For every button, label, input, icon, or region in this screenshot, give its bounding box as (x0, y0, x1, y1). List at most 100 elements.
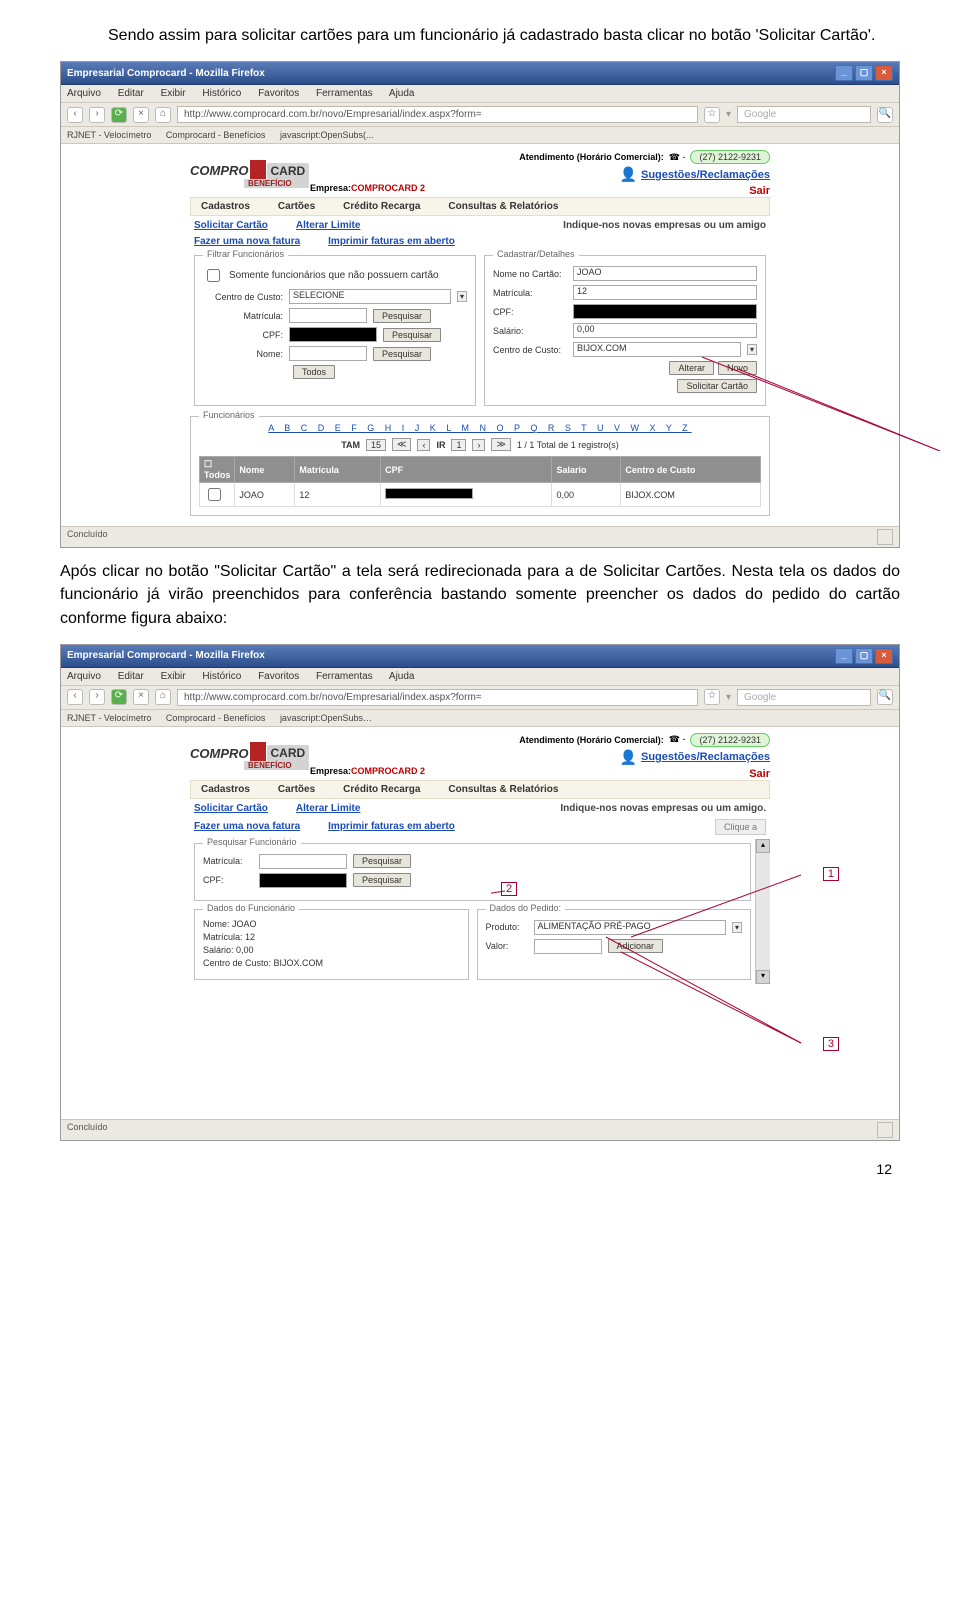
cpf-input[interactable] (289, 327, 377, 342)
alterar-limite-link[interactable]: Alterar Limite (296, 803, 360, 814)
solicitar-cartao-link[interactable]: Solicitar Cartão (194, 220, 268, 231)
menu-item[interactable]: Favoritos (258, 671, 299, 682)
valor-input[interactable] (534, 939, 602, 954)
table-row[interactable]: JOAO 12 0,00 BIJOX.COM (200, 483, 761, 507)
menu-item[interactable]: Favoritos (258, 88, 299, 99)
forward-icon[interactable]: › (89, 107, 105, 123)
bookmark-item[interactable]: Comprocard - Benefícios (166, 713, 266, 723)
produto-select[interactable]: ALIMENTAÇÃO PRÉ-PAGO (534, 920, 726, 935)
reload-icon[interactable]: ⟳ (111, 107, 127, 123)
chevron-down-icon[interactable]: ▾ (747, 344, 757, 355)
sugestoes-link[interactable]: Sugestões/Reclamações (641, 751, 770, 763)
menu-item[interactable]: Arquivo (67, 88, 101, 99)
next-page-icon[interactable]: › (472, 439, 485, 451)
alterar-button[interactable]: Alterar (669, 361, 714, 375)
menu-item[interactable]: Histórico (202, 88, 241, 99)
scroll-up-icon[interactable]: ▴ (756, 839, 770, 853)
stop-icon[interactable]: × (133, 107, 149, 123)
row-checkbox[interactable] (208, 488, 221, 501)
chevron-down-icon[interactable]: ▾ (732, 922, 742, 933)
alpha-filter[interactable]: A B C D E F G H I J K L M N O P Q R S T … (199, 423, 761, 433)
reload-icon[interactable]: ⟳ (111, 689, 127, 705)
adicionar-button[interactable]: Adicionar (608, 939, 664, 953)
clique-button[interactable]: Clique a (715, 819, 766, 835)
pesquisar-button[interactable]: Pesquisar (373, 309, 431, 323)
novo-button[interactable]: Novo (718, 361, 757, 375)
nome-input[interactable] (289, 346, 367, 361)
close-icon[interactable]: × (875, 648, 893, 664)
solicitar-cartao-link[interactable]: Solicitar Cartão (194, 803, 268, 814)
imprimir-faturas-link[interactable]: Imprimir faturas em aberto (328, 821, 455, 832)
menu-item[interactable]: Ajuda (389, 671, 415, 682)
minimize-icon[interactable]: _ (835, 648, 853, 664)
todos-button[interactable]: Todos (293, 365, 335, 379)
search-icon[interactable]: 🔍 (877, 107, 893, 123)
menu-item[interactable]: Exibir (161, 671, 186, 682)
bookmark-item[interactable]: javascript:OpenSubs… (280, 713, 372, 723)
menu-cartoes[interactable]: Cartões (278, 201, 315, 212)
solicitar-cartao-button[interactable]: Solicitar Cartão (677, 379, 757, 393)
sair-link[interactable]: Sair (749, 768, 770, 780)
menu-item[interactable]: Ferramentas (316, 671, 373, 682)
centro-custo-select[interactable]: SELECIONE (289, 289, 451, 304)
forward-icon[interactable]: › (89, 689, 105, 705)
imprimir-faturas-link[interactable]: Imprimir faturas em aberto (328, 236, 455, 247)
pesquisar-button[interactable]: Pesquisar (353, 873, 411, 887)
stop-icon[interactable]: × (133, 689, 149, 705)
matricula-input[interactable] (289, 308, 367, 323)
menu-item[interactable]: Ferramentas (316, 88, 373, 99)
cpf-input[interactable] (259, 873, 347, 888)
bookmark-item[interactable]: Comprocard - Benefícios (166, 130, 266, 140)
menu-cadastros[interactable]: Cadastros (201, 784, 250, 795)
search-input[interactable]: Google (737, 689, 871, 706)
fazer-fatura-link[interactable]: Fazer uma nova fatura (194, 821, 300, 832)
menu-consultas[interactable]: Consultas & Relatórios (448, 784, 558, 795)
bookmark-item[interactable]: RJNET - Velocímetro (67, 130, 151, 140)
menu-cartoes[interactable]: Cartões (278, 784, 315, 795)
minimize-icon[interactable]: _ (835, 65, 853, 81)
back-icon[interactable]: ‹ (67, 107, 83, 123)
star-icon[interactable]: ☆ (704, 107, 720, 123)
menu-item[interactable]: Histórico (202, 671, 241, 682)
home-icon[interactable]: ⌂ (155, 107, 171, 123)
page-input[interactable]: 1 (451, 439, 466, 451)
url-input[interactable]: http://www.comprocard.com.br/novo/Empres… (177, 689, 698, 706)
salario-input[interactable]: 0,00 (573, 323, 757, 338)
menu-cadastros[interactable]: Cadastros (201, 201, 250, 212)
cpf-input[interactable] (573, 304, 757, 319)
pesquisar-button[interactable]: Pesquisar (383, 328, 441, 342)
fazer-fatura-link[interactable]: Fazer uma nova fatura (194, 236, 300, 247)
search-icon[interactable]: 🔍 (877, 689, 893, 705)
alterar-limite-link[interactable]: Alterar Limite (296, 220, 360, 231)
star-icon[interactable]: ☆ (704, 689, 720, 705)
sair-link[interactable]: Sair (749, 185, 770, 197)
menu-item[interactable]: Ajuda (389, 88, 415, 99)
menu-consultas[interactable]: Consultas & Relatórios (448, 201, 558, 212)
back-icon[interactable]: ‹ (67, 689, 83, 705)
last-page-icon[interactable]: ≫ (491, 438, 510, 451)
somente-sem-cartao-checkbox[interactable] (207, 269, 220, 282)
menu-credito[interactable]: Crédito Recarga (343, 784, 420, 795)
nome-cartao-input[interactable]: JOAO (573, 266, 757, 281)
tam-input[interactable]: 15 (366, 439, 386, 451)
matricula-input[interactable] (259, 854, 347, 869)
first-page-icon[interactable]: ≪ (392, 438, 411, 451)
scroll-down-icon[interactable]: ▾ (756, 970, 770, 984)
maximize-icon[interactable]: ▢ (855, 648, 873, 664)
search-input[interactable]: Google (737, 106, 871, 123)
bookmark-item[interactable]: javascript:OpenSubs(... (280, 130, 374, 140)
maximize-icon[interactable]: ▢ (855, 65, 873, 81)
centro-custo-select[interactable]: BIJOX.COM (573, 342, 741, 357)
bookmark-item[interactable]: RJNET - Velocímetro (67, 713, 151, 723)
menu-item[interactable]: Exibir (161, 88, 186, 99)
menu-item[interactable]: Editar (118, 671, 144, 682)
menu-item[interactable]: Arquivo (67, 671, 101, 682)
home-icon[interactable]: ⌂ (155, 689, 171, 705)
chevron-down-icon[interactable]: ▾ (457, 291, 467, 302)
prev-page-icon[interactable]: ‹ (417, 439, 430, 451)
menu-credito[interactable]: Crédito Recarga (343, 201, 420, 212)
scrollbar[interactable]: ▴ ▾ (755, 839, 770, 984)
close-icon[interactable]: × (875, 65, 893, 81)
matricula-input[interactable]: 12 (573, 285, 757, 300)
pesquisar-button[interactable]: Pesquisar (353, 854, 411, 868)
